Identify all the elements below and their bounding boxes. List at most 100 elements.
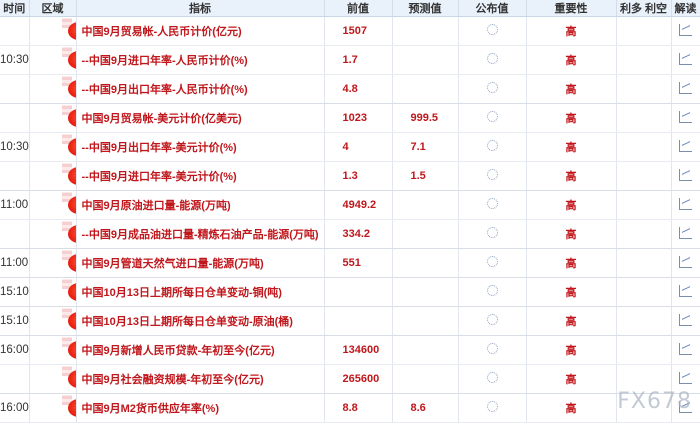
table-row[interactable]: 中国9月社会融资规模-年初至今(亿元) 265600 高 bbox=[0, 364, 700, 394]
time-cell: 15:10 bbox=[0, 277, 30, 307]
importance-value: 高 bbox=[526, 277, 617, 307]
time-cell: 10:30 bbox=[0, 132, 30, 162]
previous-value: 1.7 bbox=[324, 45, 393, 75]
table-row[interactable]: 10:30 --中国9月进口年率-人民币计价(%) 1.7 高 bbox=[0, 45, 700, 75]
header-time: 时间 bbox=[0, 0, 30, 17]
region-cell bbox=[29, 45, 77, 75]
indicator-link[interactable]: --中国9月成品油进口量-精炼石油产品-能源(万吨) bbox=[76, 219, 325, 249]
region-cell bbox=[29, 306, 77, 336]
importance-value: 高 bbox=[526, 161, 617, 191]
table-row[interactable]: 中国9月贸易帐-美元计价(亿美元) 1023 999.5 高 bbox=[0, 103, 700, 133]
chart-analysis-icon[interactable] bbox=[679, 371, 692, 384]
header-previous: 前值 bbox=[324, 0, 393, 17]
actual-value bbox=[458, 74, 527, 104]
chart-analysis-icon[interactable] bbox=[679, 284, 692, 297]
analysis-cell[interactable] bbox=[671, 45, 700, 75]
impact-cell bbox=[616, 335, 672, 365]
table-row[interactable]: --中国9月进口年率-美元计价(%) 1.3 1.5 高 bbox=[0, 161, 700, 191]
analysis-cell[interactable] bbox=[671, 335, 700, 365]
chart-analysis-icon[interactable] bbox=[679, 197, 692, 210]
table-row[interactable]: 11:00 中国9月原油进口量-能源(万吨) 4949.2 高 bbox=[0, 190, 700, 220]
indicator-link[interactable]: 中国9月社会融资规模-年初至今(亿元) bbox=[76, 364, 325, 394]
table-row[interactable]: 16:00 中国9月M2货币供应年率(%) 8.8 8.6 高 bbox=[0, 393, 700, 423]
table-row[interactable]: 15:10 中国10月13日上期所每日仓单变动-铜(吨) 高 bbox=[0, 277, 700, 307]
pending-spinner-icon bbox=[486, 111, 498, 122]
time-cell bbox=[0, 364, 30, 394]
indicator-link[interactable]: 中国10月13日上期所每日仓单变动-原油(桶) bbox=[76, 306, 325, 336]
analysis-cell[interactable] bbox=[671, 219, 700, 249]
previous-value: 134600 bbox=[324, 335, 393, 365]
table-row[interactable]: --中国9月成品油进口量-精炼石油产品-能源(万吨) 334.2 高 bbox=[0, 219, 700, 249]
actual-value bbox=[458, 393, 527, 423]
table-row[interactable]: 中国9月贸易帐-人民币计价(亿元) 1507 高 bbox=[0, 16, 700, 46]
actual-value bbox=[458, 16, 527, 46]
pending-spinner-icon bbox=[486, 256, 498, 267]
indicator-link[interactable]: 中国10月13日上期所每日仓单变动-铜(吨) bbox=[76, 277, 325, 307]
analysis-cell[interactable] bbox=[671, 161, 700, 191]
chart-analysis-icon[interactable] bbox=[679, 255, 692, 268]
analysis-cell[interactable] bbox=[671, 132, 700, 162]
time-cell bbox=[0, 103, 30, 133]
importance-value: 高 bbox=[526, 45, 617, 75]
table-row[interactable]: 11:00 中国9月管道天然气进口量-能源(万吨) 551 高 bbox=[0, 248, 700, 278]
analysis-cell[interactable] bbox=[671, 74, 700, 104]
previous-value: 551 bbox=[324, 248, 393, 278]
table-row[interactable]: 16:00 中国9月新增人民币贷款-年初至今(亿元) 134600 高 bbox=[0, 335, 700, 365]
indicator-link[interactable]: --中国9月出口年率-人民币计价(%) bbox=[76, 74, 325, 104]
chart-analysis-icon[interactable] bbox=[679, 81, 692, 94]
time-cell: 15:10 bbox=[0, 306, 30, 336]
indicator-link[interactable]: 中国9月M2货币供应年率(%) bbox=[76, 393, 325, 423]
impact-cell bbox=[616, 103, 672, 133]
importance-value: 高 bbox=[526, 248, 617, 278]
time-cell bbox=[0, 219, 30, 249]
analysis-cell[interactable] bbox=[671, 16, 700, 46]
indicator-link[interactable]: --中国9月进口年率-人民币计价(%) bbox=[76, 45, 325, 75]
table-row[interactable]: 15:10 中国10月13日上期所每日仓单变动-原油(桶) 高 bbox=[0, 306, 700, 336]
region-cell bbox=[29, 335, 77, 365]
time-cell: 16:00 bbox=[0, 335, 30, 365]
indicator-link[interactable]: 中国9月新增人民币贷款-年初至今(亿元) bbox=[76, 335, 325, 365]
chart-analysis-icon[interactable] bbox=[679, 52, 692, 65]
header-region: 区域 bbox=[29, 0, 77, 17]
previous-value: 4949.2 bbox=[324, 190, 393, 220]
chart-analysis-icon[interactable] bbox=[679, 168, 692, 181]
forecast-value bbox=[392, 306, 459, 336]
actual-value bbox=[458, 190, 527, 220]
indicator-link[interactable]: 中国9月原油进口量-能源(万吨) bbox=[76, 190, 325, 220]
indicator-link[interactable]: 中国9月贸易帐-美元计价(亿美元) bbox=[76, 103, 325, 133]
chart-analysis-icon[interactable] bbox=[679, 110, 692, 123]
chart-analysis-icon[interactable] bbox=[679, 313, 692, 326]
pending-spinner-icon bbox=[486, 82, 498, 93]
actual-value bbox=[458, 306, 527, 336]
indicator-link[interactable]: 中国9月管道天然气进口量-能源(万吨) bbox=[76, 248, 325, 278]
impact-cell bbox=[616, 277, 672, 307]
chart-analysis-icon[interactable] bbox=[679, 139, 692, 152]
forecast-value bbox=[392, 248, 459, 278]
analysis-cell[interactable] bbox=[671, 103, 700, 133]
analysis-cell[interactable] bbox=[671, 248, 700, 278]
forecast-value: 7.1 bbox=[392, 132, 459, 162]
table-row[interactable]: --中国9月出口年率-人民币计价(%) 4.8 高 bbox=[0, 74, 700, 104]
chart-analysis-icon[interactable] bbox=[679, 226, 692, 239]
region-cell bbox=[29, 132, 77, 162]
analysis-cell[interactable] bbox=[671, 190, 700, 220]
actual-value bbox=[458, 335, 527, 365]
chart-analysis-icon[interactable] bbox=[679, 342, 692, 355]
chart-analysis-icon[interactable] bbox=[679, 23, 692, 36]
indicator-link[interactable]: --中国9月进口年率-美元计价(%) bbox=[76, 161, 325, 191]
actual-value bbox=[458, 103, 527, 133]
analysis-cell[interactable] bbox=[671, 306, 700, 336]
indicator-link[interactable]: --中国9月出口年率-美元计价(%) bbox=[76, 132, 325, 162]
forecast-value bbox=[392, 219, 459, 249]
indicator-link[interactable]: 中国9月贸易帐-人民币计价(亿元) bbox=[76, 16, 325, 46]
region-cell bbox=[29, 364, 77, 394]
table-row[interactable]: 10:30 --中国9月出口年率-美元计价(%) 4 7.1 高 bbox=[0, 132, 700, 162]
header-analysis: 解读 bbox=[671, 0, 700, 17]
forecast-value: 8.6 bbox=[392, 393, 459, 423]
analysis-cell[interactable] bbox=[671, 277, 700, 307]
region-cell bbox=[29, 393, 77, 423]
previous-value: 334.2 bbox=[324, 219, 393, 249]
importance-value: 高 bbox=[526, 219, 617, 249]
table-header: 时间 区域 指标 前值 预测值 公布值 重要性 利多 利空 解读 bbox=[0, 0, 700, 17]
impact-cell bbox=[616, 248, 672, 278]
